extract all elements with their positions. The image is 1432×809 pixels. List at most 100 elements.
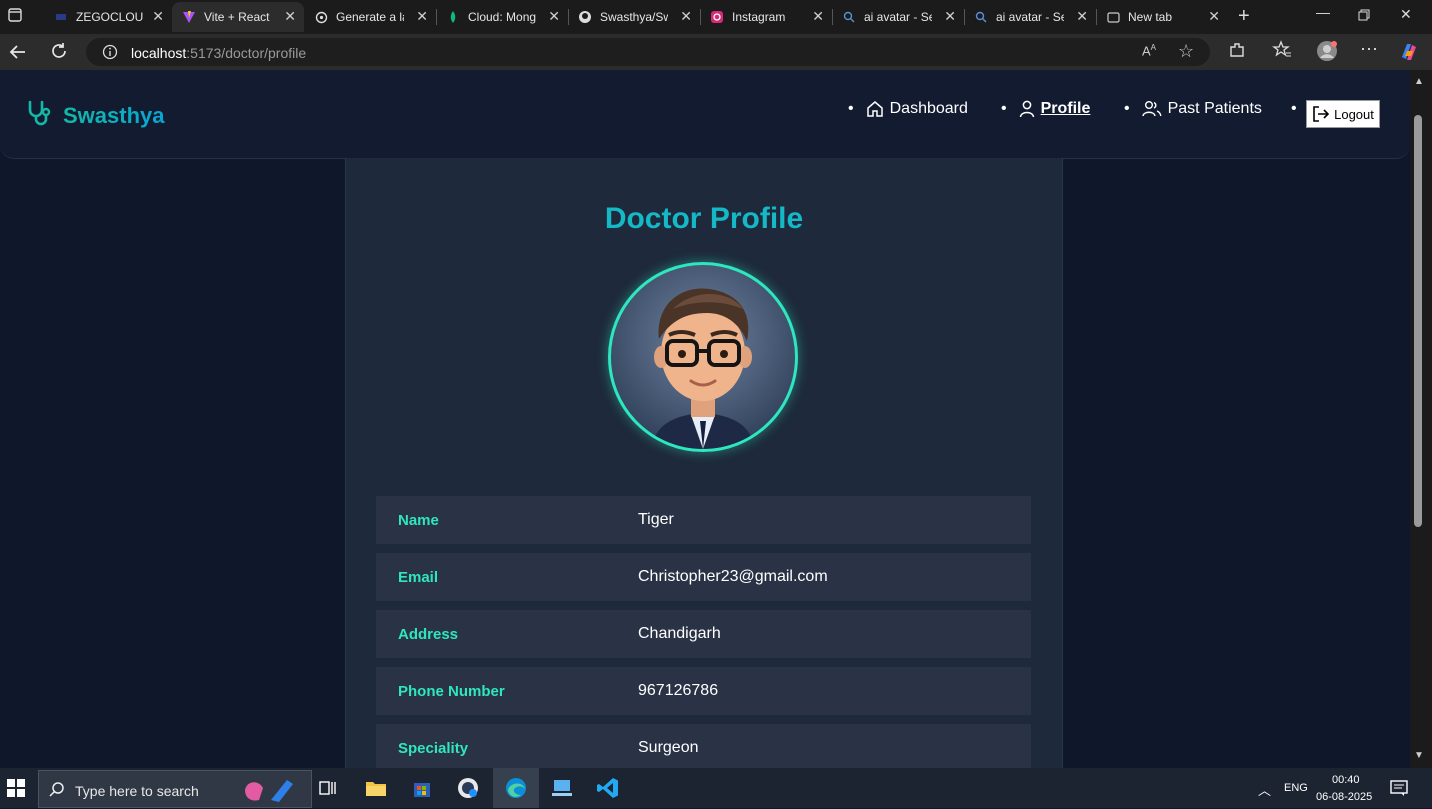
tab-title: Swasthya/Swa — [600, 10, 668, 24]
field-label: Speciality — [398, 739, 469, 757]
tab-title: Generate a lan — [336, 10, 404, 24]
search-highlight-icon — [241, 776, 301, 809]
tab-title: New tab — [1128, 10, 1173, 24]
task-view-icon[interactable] — [316, 776, 340, 800]
field-label: Email — [398, 568, 439, 586]
clock-time[interactable]: 00:40 — [1332, 774, 1360, 786]
minimize-icon[interactable]: — — [1316, 4, 1330, 20]
language-indicator[interactable]: ENG — [1284, 782, 1308, 794]
logout-icon — [1312, 105, 1330, 123]
taskbar-search-input[interactable]: Type here to search — [38, 770, 312, 808]
brand-logo[interactable]: Swasthya — [25, 98, 165, 133]
clock-date[interactable]: 06-08-2025 — [1316, 791, 1372, 803]
close-tab-icon[interactable]: ✕ — [152, 9, 164, 23]
page-viewport: Swasthya • Dashboard • Profile • Past Pa… — [0, 70, 1410, 768]
favorites-icon[interactable] — [1272, 40, 1292, 64]
search-icon — [974, 10, 988, 24]
profile-row-phone: Phone Number 967126786 — [376, 667, 1031, 715]
read-aloud-icon[interactable]: AA — [1142, 43, 1156, 58]
vite-icon — [182, 10, 196, 24]
browser-tab[interactable]: ZEGOCLOUD C ✕ — [44, 2, 172, 32]
close-tab-icon[interactable]: ✕ — [944, 9, 956, 23]
tab-title: ai avatar - Sear — [996, 10, 1064, 24]
user-icon — [1019, 100, 1035, 118]
tab-title: Cloud: Mongol — [468, 10, 536, 24]
nav-bullet: • — [848, 100, 854, 117]
back-icon[interactable] — [8, 42, 28, 66]
close-tab-icon[interactable]: ✕ — [1076, 9, 1088, 23]
browser-tab[interactable]: ai avatar - Sear ✕ — [832, 2, 964, 32]
search-icon — [842, 10, 856, 24]
site-info-icon[interactable] — [102, 44, 118, 65]
close-tab-icon[interactable]: ✕ — [416, 9, 428, 23]
close-tab-icon[interactable]: ✕ — [680, 9, 692, 23]
windows-taskbar: Type here to search ︿ ENG 00:40 06-08-20… — [0, 768, 1432, 808]
browser-tab[interactable]: New tab ✕ — [1096, 2, 1228, 32]
tray-overflow-icon[interactable]: ︿ — [1258, 780, 1271, 799]
profile-row-speciality: Speciality Surgeon — [376, 724, 1031, 768]
nav-label: Dashboard — [889, 100, 968, 117]
field-label: Phone Number — [398, 682, 505, 700]
profile-row-address: Address Chandigarh — [376, 610, 1031, 658]
search-icon — [49, 781, 65, 802]
newtab-icon — [1106, 10, 1120, 24]
close-tab-icon[interactable]: ✕ — [1208, 9, 1220, 23]
tab-title: ZEGOCLOUD C — [76, 10, 144, 24]
nav-past-patients[interactable]: • Past Patients — [1124, 100, 1262, 118]
vpn-app-icon[interactable] — [456, 776, 480, 800]
home-icon — [866, 100, 884, 118]
stethoscope-icon — [25, 98, 55, 133]
favorite-star-icon[interactable]: ☆ — [1178, 41, 1194, 62]
mongodb-icon — [446, 10, 460, 24]
nav-bullet: • — [1001, 100, 1007, 117]
close-tab-icon[interactable]: ✕ — [812, 9, 824, 23]
tab-actions-icon[interactable] — [8, 8, 22, 25]
profile-row-name: Name Tiger — [376, 496, 1031, 544]
field-value: 967126786 — [638, 682, 719, 699]
field-value: Surgeon — [638, 739, 699, 756]
url-field[interactable]: localhost:5173/doctor/profile AA ☆ — [86, 38, 1210, 66]
browser-tab[interactable]: Instagram ✕ — [700, 2, 832, 32]
browser-tab[interactable]: Cloud: Mongol ✕ — [436, 2, 568, 32]
url-text: localhost:5173/doctor/profile — [131, 45, 306, 61]
browser-tab-active[interactable]: Vite + React ✕ — [172, 2, 304, 32]
microsoft-store-icon[interactable] — [410, 776, 434, 800]
close-tab-icon[interactable]: ✕ — [548, 9, 560, 23]
file-explorer-icon[interactable] — [364, 776, 388, 800]
refresh-icon[interactable] — [50, 42, 68, 64]
github-icon — [578, 10, 592, 24]
remote-desktop-icon[interactable] — [550, 776, 574, 800]
logout-button[interactable]: Logout — [1306, 100, 1380, 128]
field-value: Christopher23@gmail.com — [638, 568, 828, 585]
field-label: Name — [398, 511, 439, 529]
notifications-icon[interactable] — [1390, 779, 1408, 800]
browser-tab-strip: ZEGOCLOUD C ✕ Vite + React ✕ Generate a … — [0, 0, 1432, 34]
browser-tab[interactable]: Generate a lan ✕ — [304, 2, 436, 32]
instagram-icon — [710, 10, 724, 24]
more-menu-icon[interactable]: ··· — [1360, 38, 1378, 58]
close-window-icon[interactable]: ✕ — [1400, 6, 1412, 23]
scroll-down-icon[interactable]: ▼ — [1414, 750, 1424, 761]
users-icon — [1141, 100, 1162, 118]
page-scrollbar[interactable]: ▲ ▼ — [1410, 70, 1432, 768]
extensions-icon[interactable] — [1228, 41, 1246, 63]
address-bar: localhost:5173/doctor/profile AA ☆ ··· — [0, 34, 1432, 70]
copilot-icon[interactable] — [1398, 41, 1420, 67]
scroll-up-icon[interactable]: ▲ — [1414, 76, 1424, 87]
windows-start-icon[interactable] — [4, 776, 28, 800]
close-tab-icon[interactable]: ✕ — [284, 9, 296, 23]
nav-profile[interactable]: • Profile — [1001, 100, 1090, 118]
profile-avatar[interactable] — [1316, 40, 1338, 66]
browser-tab[interactable]: Swasthya/Swa ✕ — [568, 2, 700, 32]
edge-browser-icon[interactable] — [504, 776, 528, 800]
nav-bullet: • — [1124, 100, 1130, 117]
url-path: :5173/doctor/profile — [186, 45, 307, 61]
vscode-icon[interactable] — [596, 776, 620, 800]
new-tab-icon[interactable]: + — [1238, 5, 1250, 28]
scrollbar-thumb[interactable] — [1414, 115, 1422, 527]
restore-icon[interactable] — [1358, 8, 1370, 24]
field-label: Address — [398, 625, 459, 643]
app-navbar: Swasthya • Dashboard • Profile • Past Pa… — [0, 70, 1410, 159]
nav-dashboard[interactable]: • Dashboard — [848, 100, 968, 118]
browser-tab[interactable]: ai avatar - Sear ✕ — [964, 2, 1096, 32]
